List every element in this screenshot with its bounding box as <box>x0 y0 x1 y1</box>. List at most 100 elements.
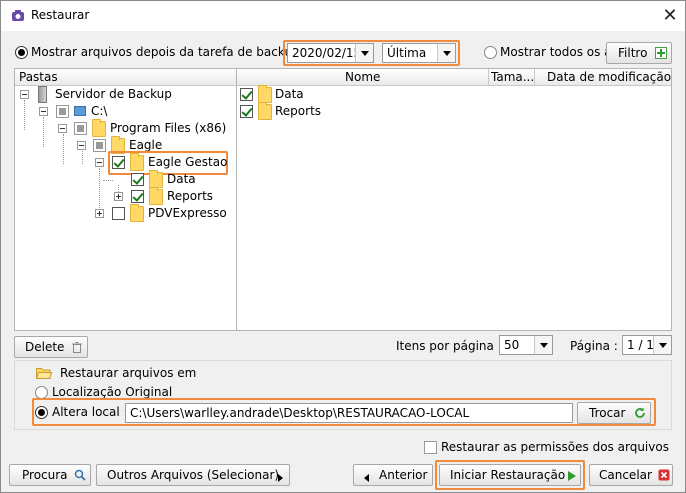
other-files-label: Outros Arquivos (Selecionar) <box>107 468 280 482</box>
trash-icon <box>72 342 82 356</box>
tree-header-label: Pastas <box>19 70 58 84</box>
filter-label: Filtro <box>618 46 648 60</box>
search-button[interactable]: Procura <box>9 464 91 486</box>
collapse-icon[interactable] <box>39 107 48 116</box>
tree-line <box>24 100 25 130</box>
tree-line <box>43 117 44 147</box>
items-per-page-value: 50 <box>504 338 520 352</box>
after-task-radio[interactable] <box>15 46 28 59</box>
folder-icon <box>92 119 106 137</box>
chevron-down-icon[interactable] <box>653 336 671 354</box>
collapse-icon[interactable] <box>95 158 104 167</box>
show-all-radio[interactable] <box>484 46 497 59</box>
alter-location-label: Altera local : <box>52 405 128 419</box>
chevron-right-icon <box>278 471 283 485</box>
tree-checkbox-c[interactable] <box>56 105 69 118</box>
restore-path-value: C:\Users\warlley.andrade\Desktop\RESTAUR… <box>130 406 470 420</box>
collapse-icon[interactable] <box>58 124 67 133</box>
items-per-page-combo[interactable]: 50 <box>499 335 553 355</box>
delete-label: Delete <box>25 340 65 354</box>
tree-node-backup-server[interactable]: Servidor de Backup <box>55 87 172 101</box>
items-per-page-label: Itens por página : <box>396 339 502 353</box>
search-icon <box>74 469 86 484</box>
file-checkbox-data[interactable] <box>240 88 253 101</box>
column-size[interactable]: Tama... <box>489 69 535 86</box>
server-icon <box>38 86 47 103</box>
filter-button[interactable]: Filtro <box>606 42 672 64</box>
title-bar: Restaurar ✕ <box>1 1 685 31</box>
tree-checkbox-program-files[interactable] <box>74 122 87 135</box>
chevron-left-icon <box>364 471 369 485</box>
tree-checkbox-eagle-gestao[interactable] <box>112 156 125 169</box>
column-name-label: Nome <box>345 70 381 84</box>
back-button[interactable]: Anterior <box>353 464 433 486</box>
expand-icon[interactable] <box>114 192 123 201</box>
delete-button[interactable]: Delete <box>14 336 88 358</box>
tree-node-c[interactable]: C:\ <box>91 104 107 118</box>
tree-node-reports[interactable]: Reports <box>167 189 213 203</box>
date-combo[interactable]: 2020/02/15 <box>287 43 374 63</box>
search-label: Procura <box>22 468 68 482</box>
start-restore-label: Iniciar Restauração <box>450 468 566 482</box>
tree-checkbox-data[interactable] <box>131 173 144 186</box>
restore-group-label: Restaurar arquivos em <box>60 366 197 380</box>
app-icon <box>11 9 25 23</box>
cancel-icon <box>658 469 670 484</box>
tree-line <box>103 180 113 181</box>
collapse-icon[interactable] <box>77 141 86 150</box>
tree-checkbox-pdvexpresso[interactable] <box>112 207 125 220</box>
page-value: 1 / 1 <box>627 338 654 352</box>
collapse-icon[interactable] <box>20 90 29 99</box>
chevron-down-icon[interactable] <box>437 44 455 62</box>
chevron-down-icon[interactable] <box>355 44 373 62</box>
file-row-data[interactable]: Data <box>275 87 304 101</box>
tree-node-pdvexpresso[interactable]: PDVExpresso <box>148 206 227 220</box>
alter-location-radio[interactable] <box>35 406 48 419</box>
expand-icon[interactable] <box>95 209 104 218</box>
version-value: Última <box>387 46 427 60</box>
tree-node-data[interactable]: Data <box>167 172 196 186</box>
column-size-label: Tama... <box>491 70 535 84</box>
folder-icon <box>149 187 163 205</box>
add-icon <box>655 47 667 59</box>
tree-header: Pastas <box>15 69 237 86</box>
drive-icon <box>74 106 86 116</box>
column-name[interactable]: Nome <box>237 69 489 86</box>
permissions-checkbox[interactable] <box>424 441 437 454</box>
refresh-icon <box>634 407 646 422</box>
open-folder-icon <box>35 366 53 382</box>
folder-icon <box>130 153 144 171</box>
version-combo[interactable]: Última <box>382 43 456 63</box>
tree-checkbox-eagle[interactable] <box>93 139 106 152</box>
restore-path-field[interactable]: C:\Users\warlley.andrade\Desktop\RESTAUR… <box>125 403 573 423</box>
original-location-label: Localização Original <box>52 385 173 399</box>
tree-checkbox-reports[interactable] <box>131 190 144 203</box>
tree-line <box>99 168 100 214</box>
file-checkbox-reports[interactable] <box>240 105 253 118</box>
folder-icon <box>258 102 272 120</box>
start-restore-button[interactable]: Iniciar Restauração <box>439 464 581 486</box>
page-combo[interactable]: 1 / 1 <box>622 335 672 355</box>
tree-node-program-files[interactable]: Program Files (x86) <box>110 121 226 135</box>
back-label: Anterior <box>379 468 428 482</box>
close-icon[interactable]: ✕ <box>653 3 686 29</box>
tree-line <box>82 151 83 164</box>
window-title: Restaurar <box>31 8 90 22</box>
chevron-down-icon[interactable] <box>534 336 552 354</box>
play-icon <box>568 470 576 484</box>
folder-icon <box>149 170 163 188</box>
cancel-label: Cancelar <box>599 468 652 482</box>
page-label: Página : <box>570 339 618 353</box>
permissions-label: Restaurar as permissões dos arquivos <box>441 440 669 454</box>
column-modified[interactable]: Data de modificação <box>535 69 671 86</box>
change-button[interactable]: Trocar <box>577 402 651 424</box>
after-task-label: Mostrar arquivos depois da tarefa de bac… <box>31 45 308 59</box>
tree-node-eagle-gestao[interactable]: Eagle Gestao <box>148 155 227 169</box>
file-row-reports[interactable]: Reports <box>275 104 321 118</box>
column-modified-label: Data de modificação <box>547 70 672 84</box>
cancel-button[interactable]: Cancelar <box>589 464 673 486</box>
date-value: 2020/02/15 <box>292 46 362 60</box>
tree-node-eagle[interactable]: Eagle <box>129 138 162 152</box>
other-files-button[interactable]: Outros Arquivos (Selecionar) <box>96 464 290 486</box>
change-label: Trocar <box>589 406 626 420</box>
